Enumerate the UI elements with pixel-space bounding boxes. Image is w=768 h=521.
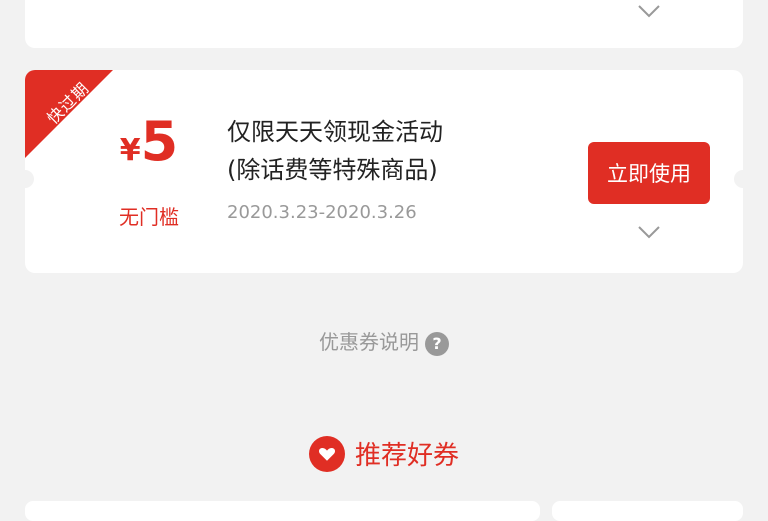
heart-icon — [308, 435, 345, 472]
question-icon: ? — [425, 331, 449, 356]
currency-symbol: ¥ — [119, 133, 141, 168]
coupon-title-line2: (除话费等特殊商品) — [227, 156, 438, 184]
recommended-coupon-card[interactable] — [552, 501, 743, 521]
card-notch-right — [734, 170, 743, 188]
coupon-card: 快过期 ¥5 无门槛 仅限天天领现金活动 (除话费等特殊商品) 2020.3.2… — [25, 70, 743, 273]
coupon-explanation-link[interactable]: 优惠券说明? — [0, 326, 768, 356]
coupon-condition: 无门槛 — [119, 205, 179, 229]
coupon-explanation-label: 优惠券说明 — [319, 330, 419, 354]
coupon-title: 仅限天天领现金活动 (除话费等特殊商品) — [227, 113, 443, 189]
use-now-button[interactable]: 立即使用 — [588, 142, 710, 204]
coupon-amount: ¥5 — [83, 115, 215, 169]
recommended-coupon-card[interactable] — [25, 501, 540, 521]
coupon-date-range: 2020.3.23-2020.3.26 — [227, 202, 417, 223]
coupon-title-line1: 仅限天天领现金活动 — [227, 118, 443, 146]
recommend-title: 推荐好券 — [354, 441, 459, 471]
coupon-value: 5 — [140, 110, 179, 173]
recommend-header: 推荐好券 — [0, 435, 768, 472]
coupon-card-previous — [25, 0, 743, 48]
card-notch-left — [25, 170, 34, 188]
chevron-down-icon[interactable] — [638, 4, 660, 18]
chevron-down-icon[interactable] — [638, 225, 660, 239]
